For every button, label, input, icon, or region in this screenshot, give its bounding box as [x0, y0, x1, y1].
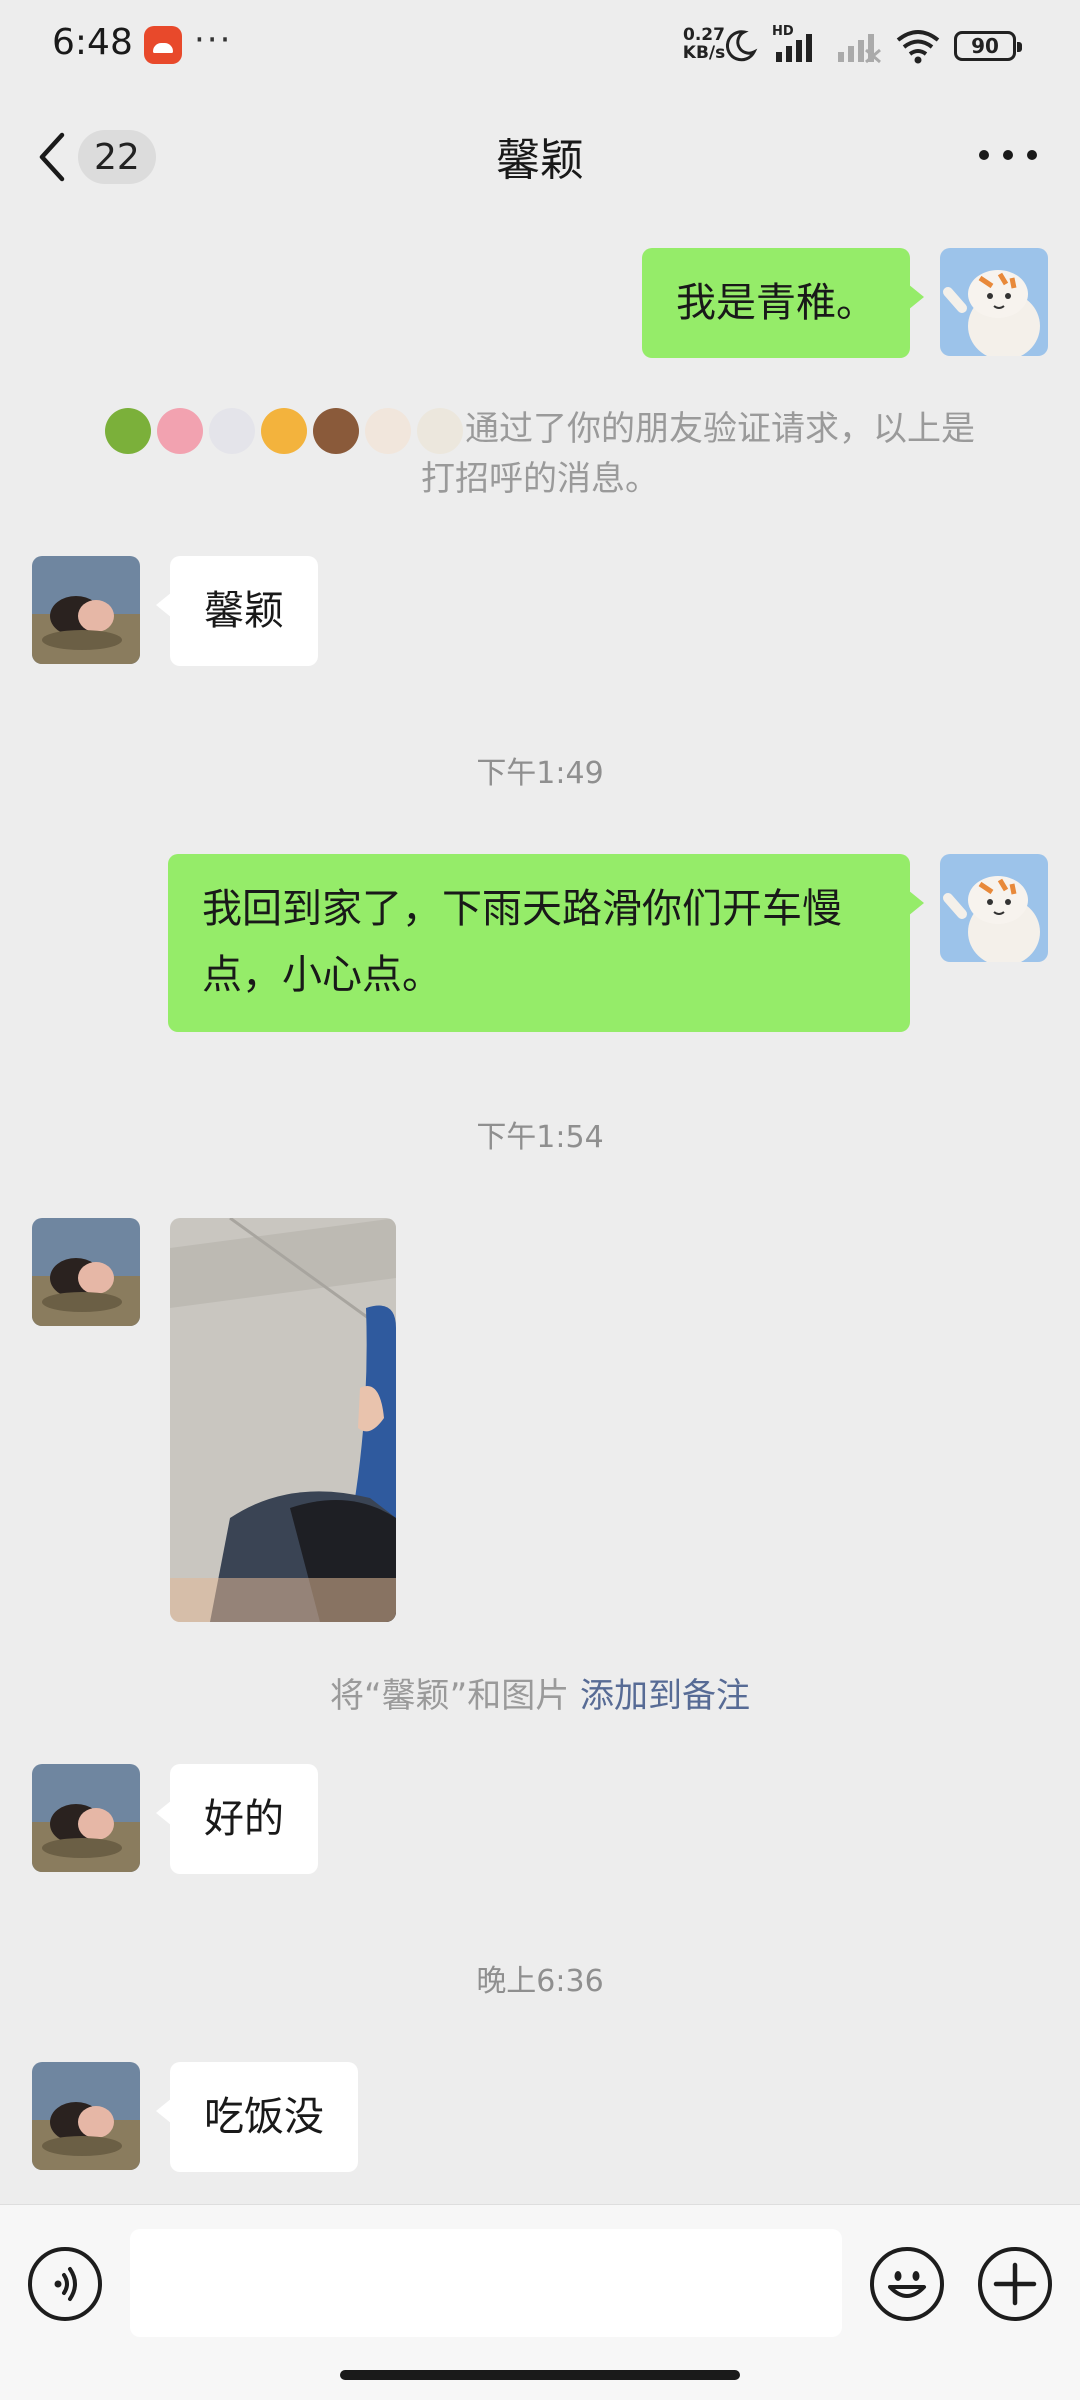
contact-avatar[interactable] — [32, 1764, 140, 1872]
contact-avatar[interactable] — [32, 2062, 140, 2170]
status-icons: HD 90 — [722, 24, 1022, 66]
zodiac-emoji-row — [105, 407, 463, 454]
message-bubble-contact[interactable]: 好的 — [156, 1764, 318, 1874]
pig-emoji-icon — [157, 407, 203, 454]
goat-emoji-icon — [417, 407, 463, 454]
message-bubble-self[interactable]: 我是青稚。 — [642, 248, 924, 358]
emoji-button[interactable] — [870, 2247, 944, 2321]
home-indicator[interactable] — [340, 2370, 740, 2380]
app-notification-icon — [144, 26, 182, 64]
rabbit-emoji-icon — [209, 407, 255, 454]
battery-level: 90 — [971, 34, 999, 58]
tiger-emoji-icon — [261, 407, 307, 454]
message-text: 馨颖 — [204, 588, 284, 634]
snake-emoji-icon — [105, 407, 151, 454]
chat-title-wrap: 馨颖 — [0, 124, 1080, 188]
message-row: 我回到家了，下雨天路滑你们开车慢点，小心点。 — [0, 854, 1080, 1032]
message-input[interactable] — [130, 2229, 842, 2337]
message-text: 我回到家了，下雨天路滑你们开车慢点，小心点。 — [202, 886, 842, 998]
battery-icon: 90 — [954, 31, 1022, 61]
unread-count-badge: 22 — [78, 130, 156, 184]
voice-input-button[interactable] — [28, 2247, 102, 2321]
more-actions-button[interactable] — [978, 2247, 1052, 2321]
system-notice: 通过了你的朋友验证请求，以上是打招呼的消息。 — [90, 404, 990, 504]
status-bar: 6:48 ··· 0.27 KB/s HD 90 — [0, 0, 1080, 92]
cow-emoji-icon — [365, 407, 411, 454]
timestamp: 下午1:49 — [476, 756, 604, 791]
remark-suggestion: 将“馨颖”和图片 添加到备注 — [0, 1668, 1080, 1717]
voice-icon — [54, 2267, 77, 2301]
chat-header: 22 馨颖 — [0, 92, 1080, 222]
message-bubble-self[interactable]: 我回到家了，下雨天路滑你们开车慢点，小心点。 — [168, 854, 924, 1032]
timestamp: 晚上6:36 — [476, 1964, 604, 1999]
message-row: 好的 — [0, 1764, 1080, 1874]
chevron-left-icon — [39, 132, 65, 182]
moon-icon — [725, 30, 758, 62]
self-avatar[interactable] — [940, 248, 1048, 356]
image-message[interactable] — [170, 1218, 396, 1622]
add-remark-link[interactable]: 添加到备注 — [580, 1676, 750, 1716]
chat-title[interactable]: 馨颖 — [496, 135, 584, 186]
message-row — [0, 1218, 1080, 1622]
message-row: 馨颖 — [0, 556, 1080, 666]
cellular-signal-2-icon — [838, 34, 881, 64]
message-text: 好的 — [204, 1796, 284, 1842]
contact-avatar[interactable] — [32, 556, 140, 664]
horse-emoji-icon — [313, 407, 359, 454]
cellular-signal-icon: HD — [772, 24, 822, 64]
smiley-icon — [888, 2271, 926, 2298]
message-row: 我是青稚。 — [0, 248, 1080, 358]
self-avatar[interactable] — [940, 854, 1048, 962]
status-more-icon: ··· — [194, 20, 233, 60]
message-text: 吃饭没 — [204, 2094, 324, 2140]
message-bubble-contact[interactable]: 吃饭没 — [156, 2062, 358, 2172]
contact-avatar[interactable] — [32, 1218, 140, 1326]
status-time: 6:48 — [52, 22, 133, 63]
plus-icon — [993, 2262, 1037, 2306]
timestamp: 下午1:54 — [476, 1120, 604, 1155]
wifi-icon — [896, 30, 940, 64]
message-bubble-contact[interactable]: 馨颖 — [156, 556, 318, 666]
remark-prefix: 将“馨颖”和图片 — [329, 1676, 570, 1716]
system-notice-text: 通过了你的朋友验证请求，以上是打招呼的消息。 — [421, 409, 975, 499]
more-options-icon[interactable] — [976, 140, 1040, 170]
back-button[interactable]: 22 — [36, 122, 156, 192]
message-row: 吃饭没 — [0, 2062, 1080, 2172]
message-text: 我是青稚。 — [676, 280, 876, 326]
